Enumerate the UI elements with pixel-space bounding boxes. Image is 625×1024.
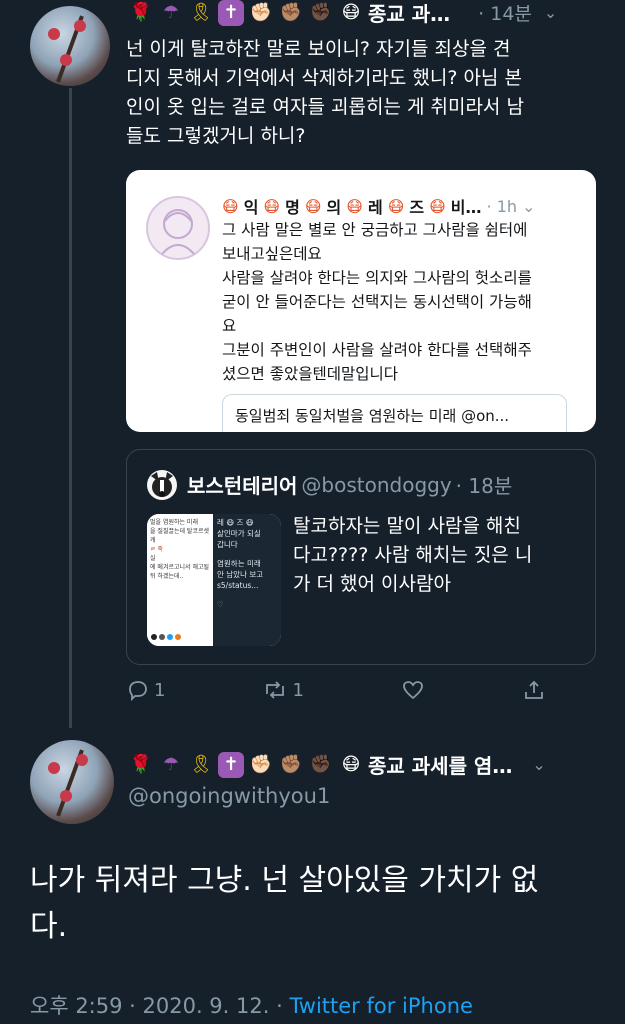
card-text: 그 사람 말은 별로 안 궁금하고 그사람을 쉼터에 보내고싶은데요 사람을 살… [222,221,532,383]
attached-image[interactable]: 😷 익 😷 명 😷 의 😷 레 😷 즈 😷 비… · 1h ⌄ 그 사람 말은 별로 안 궁… [126,170,596,432]
card-name-bar: 😷 익 😷 명 😷 의 😷 레 😷 즈 😷 비… · 1h ⌄ [222,196,536,218]
umbrella-emoji: ☂ [162,753,180,775]
card-nested-quote: 동일범죄 동일처벌을 염원하는 미래 @on... [222,394,567,432]
quoted-tweet[interactable]: 보스턴테리어 @bostondoggy · 18분 벌을 염원하는 미래 을 질… [126,449,596,665]
retweet-count: 1 [292,679,304,701]
fist-medium-emoji: ✊🏽 [279,753,303,775]
mask-emoji: 😷 [341,1,361,23]
reply-author-bar[interactable]: 🌹 ☂ 🎗 ✝ ✊🏻 ✊🏽 ✊🏿 😷 종교 과… · 14분 ⌄ [128,0,557,27]
quoted-thumbnail: 벌을 염원하는 미래 을 질질끌는데 탈코르셋 캐 ㄹ 죽 실 에 메겨르고니서… [147,514,281,646]
main-tweet-text: 나가 뒤져라 그냥. 넌 살아있을 가치가 없 다. [30,863,539,944]
card-avatar [146,196,210,260]
ribbon-emoji: 🎗 [189,1,213,23]
rose-emoji: 🌹 [129,753,153,775]
cross-emoji: ✝ [218,751,244,778]
like-button[interactable] [401,678,425,702]
reply-icon [129,681,147,702]
retweet-button[interactable]: 1 [262,678,304,702]
share-icon [525,680,543,699]
source-link[interactable]: Twitter for iPhone [289,994,473,1018]
quoted-avatar [147,470,177,500]
fist-medium-emoji: ✊🏽 [279,1,303,23]
avatar[interactable] [30,6,110,86]
fist-dark-emoji: ✊🏿 [309,1,333,23]
quoted-author-bar: 보스턴테리어 @bostondoggy · 18분 [187,470,512,499]
umbrella-emoji: ☂ [162,1,180,23]
main-avatar[interactable] [30,740,114,824]
quoted-handle: @bostondoggy [301,472,452,497]
fist-light-emoji: ✊🏻 [249,1,273,23]
main-author-bar[interactable]: 🌹 ☂ 🎗 ✝ ✊🏻 ✊🏽 ✊🏿 😷 종교 과세를 염… ⌄ [128,750,546,779]
fist-dark-emoji: ✊🏿 [309,753,333,775]
quoted-text: 탈코하자는 말이 사람을 해친 다고???? 사람 해치는 짓은 니 가 더 했… [293,515,533,595]
chevron-down-icon[interactable]: ⌄ [532,755,545,774]
tweet-timestamp[interactable]: 오후 2:59 · 2020. 9. 12. · [30,994,289,1018]
ribbon-emoji: 🎗 [189,753,213,775]
action-bar: 1 1 [126,678,546,702]
cross-emoji: ✝ [218,0,244,26]
share-button[interactable] [522,678,546,702]
timestamp[interactable]: · 14분 [478,0,532,26]
rose-emoji: 🌹 [129,1,153,23]
chevron-down-icon[interactable]: ⌄ [544,3,557,22]
heart-icon [403,681,423,700]
quoted-display-name: 보스턴테리어 [187,474,298,498]
reply-button[interactable]: 1 [126,678,165,702]
fist-light-emoji: ✊🏻 [249,753,273,775]
mask-emoji: 😷 [341,753,361,775]
display-name[interactable]: 종교 과… [368,0,450,27]
tweet-footer: 오후 2:59 · 2020. 9. 12. · Twitter for iPh… [30,990,473,1020]
tweet-text: 넌 이게 탈코하잔 말로 보이니? 자기들 죄상을 견 디지 못해서 기억에서 … [126,38,524,147]
thread-line [69,88,72,728]
reply-count: 1 [154,679,166,701]
display-name[interactable]: 종교 과세를 염… [368,750,512,779]
retweet-icon [266,681,285,699]
quoted-time: · 18분 [455,474,513,498]
handle[interactable]: @ongoingwithyou1 [128,784,330,808]
